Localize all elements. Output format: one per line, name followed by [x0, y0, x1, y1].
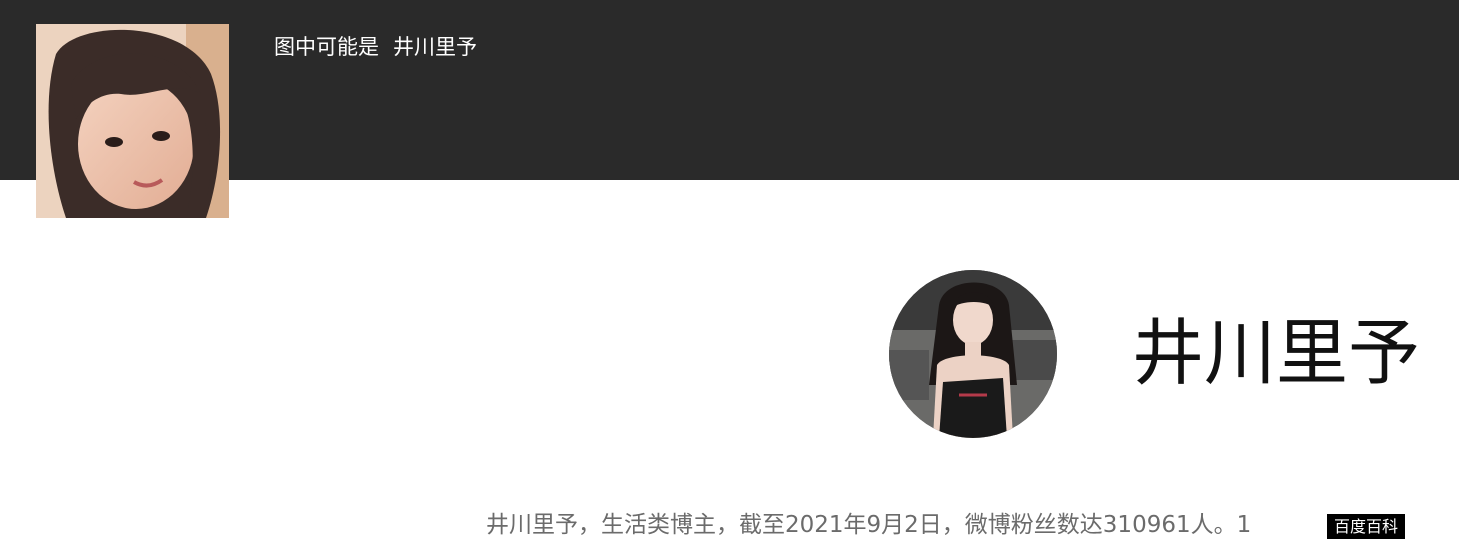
profile-avatar[interactable] — [889, 270, 1057, 438]
possible-match-name[interactable]: 井川里予 — [393, 35, 477, 59]
profile-name: 井川里予 — [1132, 311, 1421, 395]
possible-match-label: 图中可能是 井川里予 — [274, 33, 477, 61]
face-thumbnail[interactable] — [36, 24, 229, 218]
profile-description: 井川里予，生活类博主，截至2021年9月2日，微博粉丝数达310961人。1 — [486, 512, 1252, 538]
source-badge[interactable]: 百度百科 — [1327, 514, 1406, 539]
possible-match-prefix: 图中可能是 — [274, 35, 379, 59]
